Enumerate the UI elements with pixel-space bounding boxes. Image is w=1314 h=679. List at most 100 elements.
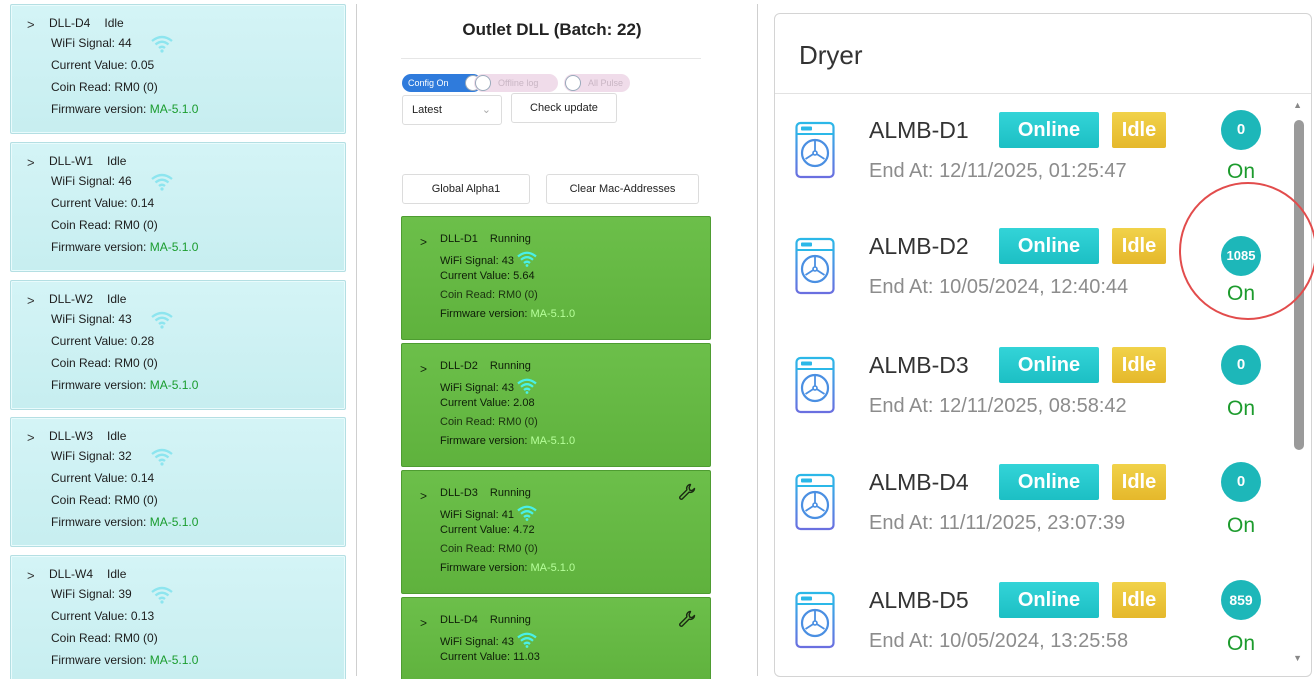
current-label: Current Value: [440, 397, 511, 409]
coin-line: Coin Read: RM0 (0) [51, 356, 158, 370]
idle-badge: Idle [1112, 228, 1166, 264]
online-badge: Online [999, 347, 1099, 383]
all-pulse-toggle[interactable]: All Pulse [564, 74, 630, 92]
clear-mac-addresses-button[interactable]: Clear Mac-Addresses [546, 174, 699, 204]
coin-label: Coin Read: [440, 543, 496, 555]
firmware-label: Firmware version: [51, 102, 147, 116]
device-name: DLL-W1 [49, 154, 94, 168]
device-name: DLL-W3 [49, 429, 94, 443]
chevron-right-icon[interactable]: > [420, 235, 427, 249]
running-card-dll-d2[interactable]: > DLL-D2 Running WiFi Signal: 43 Current … [401, 343, 711, 467]
end-at-text: End At: 10/05/2024, 12:40:44 [869, 276, 1128, 299]
device-header: DLL-W3 Idle [49, 429, 126, 443]
end-at-text: End At: 12/11/2025, 08:58:42 [869, 395, 1127, 418]
running-card-dll-d3[interactable]: > DLL-D3 Running WiFi Signal: 41 Current … [401, 470, 711, 594]
scroll-down-arrow[interactable]: ▼ [1293, 653, 1302, 663]
page-title: Outlet DLL (Batch: 22) [462, 20, 642, 39]
firmware-line: Firmware version: MA-5.1.0 [51, 102, 198, 116]
dryer-row-almb-d4[interactable]: ALMB-D4 Online Idle End At: 11/11/2025, … [775, 462, 1287, 579]
wifi-value: 44 [118, 36, 132, 50]
end-at-label: End At: [869, 276, 934, 298]
coin-value: RM0 (0) [114, 631, 158, 645]
coin-label: Coin Read: [440, 416, 496, 428]
running-card-dll-d1[interactable]: > DLL-D1 Running WiFi Signal: 43 Current … [401, 216, 711, 340]
config-toggle[interactable]: Config On [402, 74, 482, 92]
wifi-label: WiFi Signal: [51, 312, 116, 326]
current-label: Current Value: [440, 651, 511, 663]
wifi-line: WiFi Signal: 41 [440, 505, 537, 521]
current-label: Current Value: [51, 58, 128, 72]
scroll-up-arrow[interactable]: ▲ [1293, 100, 1302, 110]
device-header: DLL-W4 Idle [49, 567, 126, 581]
online-badge: Online [999, 228, 1099, 264]
device-card-dll-w2[interactable]: > DLL-W2 Idle WiFi Signal: 43 Current Val… [10, 280, 346, 410]
count-badge: 0 [1221, 110, 1261, 150]
running-card-dll-d4[interactable]: > DLL-D4 Running WiFi Signal: 43 Current … [401, 597, 711, 679]
machine-name: ALMB-D1 [869, 117, 969, 143]
washing-machine-icon [795, 589, 835, 651]
dryer-row-almb-d5[interactable]: ALMB-D5 Online Idle End At: 10/05/2024, … [775, 580, 1287, 676]
end-at-value: 10/05/2024, 12:40:44 [939, 276, 1129, 298]
firmware-label: Firmware version: [440, 562, 528, 574]
chevron-right-icon[interactable]: > [420, 489, 427, 503]
device-status: Idle [107, 154, 127, 168]
current-line: Current Value: 0.14 [51, 196, 154, 210]
wrench-icon[interactable] [678, 483, 696, 501]
device-card-dll-w1[interactable]: > DLL-W1 Idle WiFi Signal: 46 Current Val… [10, 142, 346, 272]
wrench-icon[interactable] [678, 610, 696, 628]
power-state[interactable]: On [1227, 397, 1255, 421]
power-state[interactable]: On [1227, 514, 1255, 538]
wifi-value: 43 [501, 382, 514, 394]
left-device-list: > DLL-D4 Idle WiFi Signal: 44 Current Val… [10, 4, 346, 679]
version-select[interactable]: Latest ⌄ [402, 95, 502, 125]
coin-line: Coin Read: RM0 (0) [51, 493, 158, 507]
device-card-dll-w4[interactable]: > DLL-W4 Idle WiFi Signal: 39 Current Val… [10, 555, 346, 679]
end-at-label: End At: [869, 512, 934, 534]
check-update-button[interactable]: Check update [511, 93, 617, 123]
device-header: DLL-D4 Idle [49, 16, 124, 30]
device-card-dll-w3[interactable]: > DLL-W3 Idle WiFi Signal: 32 Current Val… [10, 417, 346, 547]
chevron-right-icon[interactable]: > [420, 362, 427, 376]
firmware-value: MA-5.1.0 [530, 435, 576, 447]
wifi-line: WiFi Signal: 39 [51, 587, 132, 601]
chevron-right-icon[interactable]: > [27, 293, 35, 308]
device-status: Idle [107, 567, 127, 581]
chevron-right-icon[interactable]: > [27, 568, 35, 583]
chevron-right-icon[interactable]: > [27, 17, 35, 32]
chevron-right-icon[interactable]: > [420, 616, 427, 630]
panel-divider [757, 4, 758, 676]
wifi-label: WiFi Signal: [440, 255, 499, 267]
firmware-value: MA-5.1.0 [149, 653, 199, 667]
count-badge: 0 [1221, 462, 1261, 502]
wifi-icon [151, 448, 173, 466]
firmware-label: Firmware version: [51, 515, 147, 529]
coin-value: RM0 (0) [114, 80, 158, 94]
global-alpha-button[interactable]: Global Alpha1 [402, 174, 530, 204]
offline-log-toggle[interactable]: Offline log [474, 74, 558, 92]
wifi-line: WiFi Signal: 43 [440, 632, 537, 648]
current-line: Current Value: 0.28 [51, 334, 154, 348]
current-line: Current Value: 0.13 [51, 609, 154, 623]
chevron-right-icon[interactable]: > [27, 430, 35, 445]
coin-value: RM0 (0) [114, 356, 158, 370]
device-card-dll-d4[interactable]: > DLL-D4 Idle WiFi Signal: 44 Current Val… [10, 4, 346, 134]
power-state[interactable]: On [1227, 632, 1255, 656]
coin-label: Coin Read: [51, 631, 112, 645]
dryer-title: Dryer [799, 40, 863, 70]
washing-machine-icon [795, 471, 835, 533]
device-status: Running [489, 614, 531, 626]
wifi-label: WiFi Signal: [51, 449, 116, 463]
device-status: Idle [107, 429, 127, 443]
coin-label: Coin Read: [51, 493, 112, 507]
online-badge: Online [999, 112, 1099, 148]
dryer-row-almb-d3[interactable]: ALMB-D3 Online Idle End At: 12/11/2025, … [775, 345, 1287, 462]
device-header: DLL-D2 Running [440, 360, 531, 372]
device-status: Running [489, 233, 531, 245]
wifi-value: 46 [118, 174, 132, 188]
current-label: Current Value: [51, 609, 128, 623]
wifi-value: 32 [118, 449, 132, 463]
chevron-right-icon[interactable]: > [27, 155, 35, 170]
washing-machine-icon [795, 119, 835, 181]
power-state[interactable]: On [1227, 160, 1255, 184]
device-header: DLL-D4 Running [440, 614, 531, 626]
